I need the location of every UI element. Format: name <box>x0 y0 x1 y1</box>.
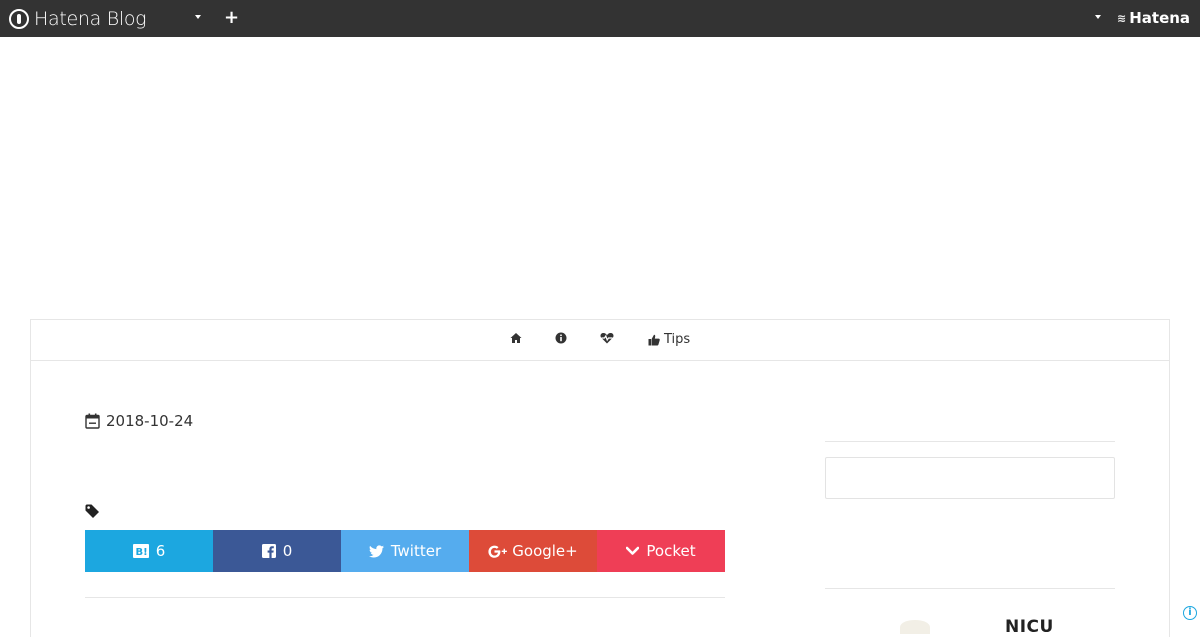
calendar-icon <box>85 413 100 429</box>
twitter-icon <box>368 544 384 557</box>
hatena-bookmark-icon: B! <box>132 544 149 558</box>
new-post-plus-icon[interactable]: + <box>224 6 239 30</box>
googleplus-icon <box>488 545 508 558</box>
share-buttons: B! 6 0 Twitter Google+ Pocket <box>85 530 725 572</box>
header-ad-area <box>30 37 1170 319</box>
hatena-logo-link[interactable]: ≋ Hatena <box>1117 9 1190 27</box>
tag-icon <box>85 504 99 518</box>
nav-item-label: Tips <box>664 332 691 347</box>
nav-item-about[interactable] <box>555 332 567 344</box>
ad-info-icon[interactable]: i <box>1183 606 1197 620</box>
chevron-down-icon <box>626 546 640 555</box>
twitter-label: Twitter <box>390 542 442 560</box>
global-nav: Tips <box>30 319 1170 361</box>
hatena-blog-brand-text: Hatena Blog <box>34 7 147 30</box>
sidebar-divider <box>825 441 1115 442</box>
pocket-label: Pocket <box>646 542 696 560</box>
googleplus-label: Google+ <box>512 542 578 560</box>
heartbeat-icon <box>600 333 614 344</box>
user-menu-caret-icon[interactable] <box>1095 15 1101 19</box>
global-header: Hatena Blog + ≋ Hatena <box>0 0 1200 37</box>
sidebar-profile-title: NICU <box>1005 617 1054 637</box>
googleplus-share-button[interactable]: Google+ <box>469 530 597 572</box>
hatena-bookmark-count: 6 <box>155 542 166 560</box>
entry-date[interactable]: 2018-10-24 <box>85 412 193 430</box>
article-divider <box>85 597 725 598</box>
facebook-count: 0 <box>282 542 293 560</box>
hatena-blog-logo-icon <box>9 8 29 29</box>
facebook-share-button[interactable]: 0 <box>213 530 341 572</box>
sidebar-search-input[interactable] <box>825 457 1115 499</box>
nav-item-home[interactable] <box>510 332 522 344</box>
profile-image[interactable] <box>900 620 930 634</box>
facebook-icon <box>261 544 276 558</box>
hatena-wave-icon: ≋ <box>1117 11 1127 25</box>
hatena-blog-logo[interactable]: Hatena Blog <box>9 7 147 30</box>
nav-item-tips[interactable]: Tips <box>648 332 690 347</box>
nav-item-health[interactable] <box>600 332 614 344</box>
hatena-bookmark-share-button[interactable]: B! 6 <box>85 530 213 572</box>
hatena-brand-text: Hatena <box>1129 9 1191 27</box>
sidebar-divider <box>825 588 1115 589</box>
entry-date-text: 2018-10-24 <box>106 412 194 430</box>
blog-menu-caret-icon[interactable] <box>195 15 201 19</box>
twitter-share-button[interactable]: Twitter <box>341 530 469 572</box>
info-icon <box>555 332 567 344</box>
home-icon <box>510 333 522 343</box>
thumbs-up-icon <box>648 334 660 345</box>
pocket-share-button[interactable]: Pocket <box>597 530 725 572</box>
svg-text:B!: B! <box>135 547 147 558</box>
